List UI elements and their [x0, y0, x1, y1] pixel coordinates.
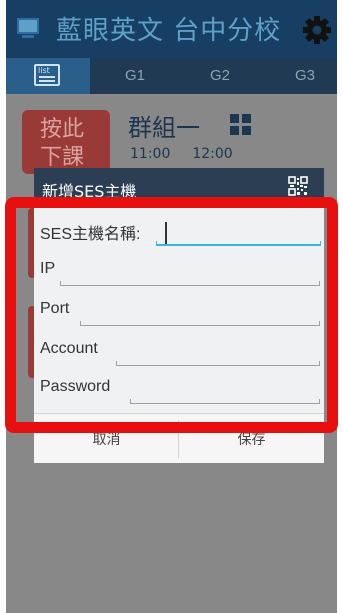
time-range: 11:00 12:00: [130, 146, 255, 162]
password-underline: [130, 399, 320, 404]
list-icon-label: list: [38, 66, 50, 75]
password-label: Password: [40, 378, 111, 395]
password-field: Password: [40, 372, 320, 410]
qr-code-icon[interactable]: [288, 176, 308, 196]
host-name-field: SES主機名稱:: [40, 214, 321, 252]
app-screen: 藍眼英文 台中分校 list G1 G2 G3 按此 下課 群組一 11:00 …: [6, 0, 337, 613]
dialog-actions: 取消 保存: [34, 413, 324, 463]
port-field: Port: [40, 294, 320, 332]
app-title: 藍眼英文 台中分校: [56, 16, 282, 46]
monitor-icon[interactable]: [16, 16, 40, 42]
list-line: [39, 76, 55, 78]
grid-icon[interactable]: [230, 114, 252, 136]
tab-g3[interactable]: G3: [295, 67, 315, 84]
list-line: [39, 80, 55, 82]
dialog-header: 新增SES主機: [34, 168, 324, 208]
end-class-button[interactable]: 按此 下課: [22, 110, 110, 174]
tab-g2[interactable]: G2: [210, 67, 230, 84]
start-time: 11:00: [130, 146, 171, 162]
tab-list[interactable]: list: [6, 58, 90, 94]
account-label: Account: [40, 340, 98, 357]
end-class-label: 按此 下課: [40, 117, 85, 170]
dialog-title: 新增SES主機: [42, 182, 137, 201]
host-name-label: SES主機名稱:: [40, 226, 141, 243]
app-header: 藍眼英文 台中分校: [6, 0, 337, 58]
tab-g1[interactable]: G1: [125, 67, 145, 84]
group-title: 群組一: [128, 114, 200, 142]
tab-bar: list G1 G2 G3: [6, 58, 337, 94]
ip-label: IP: [40, 260, 56, 277]
dialog-form: SES主機名稱: IP Port Account Password: [34, 208, 324, 413]
cancel-button[interactable]: 取消: [34, 414, 179, 464]
port-label: Port: [40, 300, 70, 317]
list-icon: list: [34, 64, 60, 86]
host-name-underline: [156, 241, 321, 246]
ip-field: IP: [40, 254, 320, 292]
port-underline: [80, 321, 320, 326]
end-time: 12:00: [192, 146, 233, 162]
save-button[interactable]: 保存: [179, 414, 324, 464]
gear-icon[interactable]: [302, 15, 332, 45]
ip-underline: [60, 281, 320, 286]
account-underline: [116, 361, 320, 366]
account-field: Account: [40, 334, 320, 372]
